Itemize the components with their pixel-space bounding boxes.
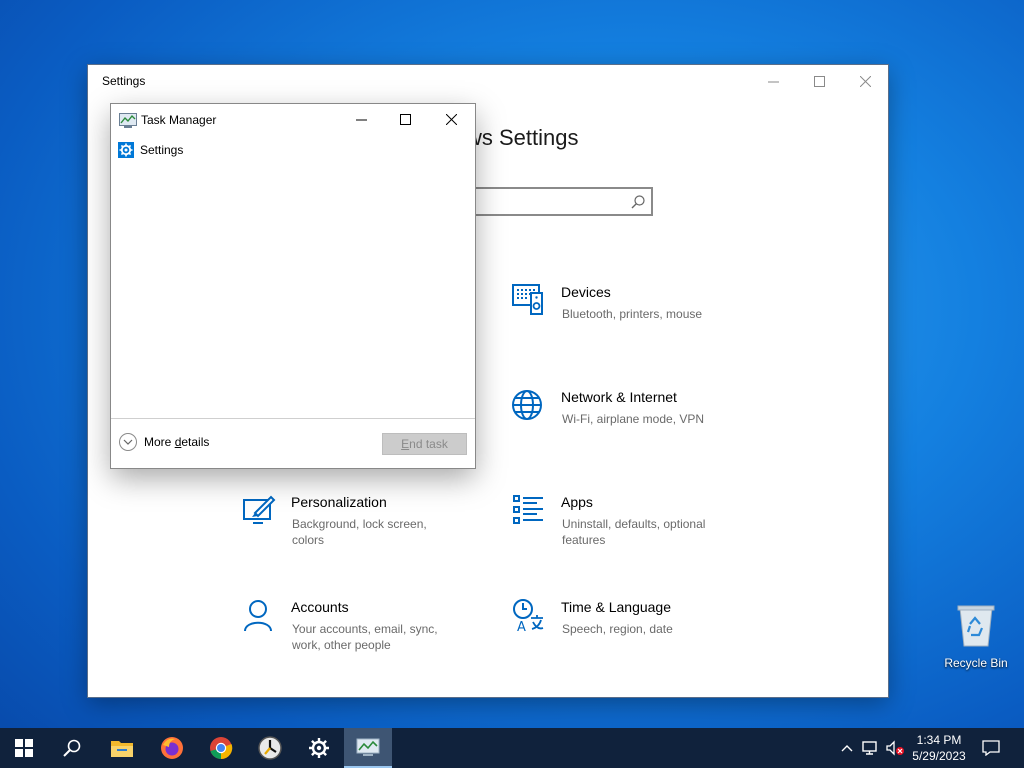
search-icon [63, 739, 81, 757]
category-description: Wi-Fi, airplane mode, VPN [562, 412, 705, 426]
category-accounts[interactable]: Accounts Your accounts, email, sync, wor… [241, 598, 481, 668]
start-button[interactable] [0, 728, 48, 768]
category-description: Speech, region, date [562, 622, 673, 636]
close-button[interactable] [842, 65, 888, 97]
clock-date: 5/29/2023 [912, 749, 966, 763]
recycle-bin-desktop-icon[interactable]: Recycle Bin [944, 602, 1008, 670]
settings-heading: ws Settings [466, 125, 579, 150]
task-manager-icon [119, 113, 137, 128]
search-icon [631, 195, 645, 209]
category-description: Your accounts, email, sync, work, other … [292, 622, 438, 652]
clock-time: 1:34 PM [916, 733, 962, 747]
firefox-icon [161, 737, 183, 759]
time-language-icon: A [513, 599, 544, 634]
tm-maximize-button[interactable] [383, 104, 428, 134]
notification-icon [982, 740, 1000, 756]
category-title: Time & Language [561, 599, 671, 615]
task-manager-icon [356, 738, 380, 756]
task-manager-title: Task Manager [141, 113, 217, 127]
end-task-button[interactable]: End task [382, 433, 467, 455]
task-list-item-label: Settings [140, 143, 184, 157]
task-manager-window[interactable]: Task Manager Settings More details End t… [111, 104, 475, 468]
more-details-label: More details [144, 435, 210, 449]
apps-icon [513, 495, 543, 524]
settings-gear-icon [309, 738, 329, 758]
task-manager-footer: More details End task [111, 418, 475, 468]
more-details-button[interactable]: More details [119, 433, 209, 451]
category-time-language[interactable]: A Time & Language Speech, region, date [511, 598, 751, 668]
recycle-bin-label: Recycle Bin [944, 656, 1008, 670]
svg-text:A: A [517, 620, 526, 634]
tm-close-button[interactable] [429, 104, 474, 134]
taskbar: 1:34 PM 5/29/2023 [0, 728, 1024, 768]
file-explorer-icon [111, 741, 133, 757]
category-description: Background, lock screen, colors [292, 517, 427, 547]
category-title: Accounts [291, 599, 349, 615]
recycle-bin-icon [957, 605, 995, 647]
show-hidden-icons-button[interactable] [838, 728, 856, 768]
tm-minimize-button[interactable] [339, 104, 384, 134]
personalization-icon [243, 495, 276, 524]
person-icon [244, 600, 272, 632]
category-description: Bluetooth, printers, mouse [562, 307, 703, 321]
chevron-up-icon [841, 745, 853, 752]
volume-tray-button[interactable] [884, 728, 906, 768]
clock-app-icon [258, 736, 282, 760]
minimize-button[interactable] [750, 65, 796, 97]
volume-muted-icon [886, 740, 904, 756]
taskbar-firefox[interactable] [148, 728, 196, 768]
chrome-icon [210, 737, 233, 760]
category-title: Network & Internet [561, 389, 677, 405]
settings-window-title: Settings [102, 74, 146, 88]
taskbar-settings[interactable] [295, 728, 343, 768]
task-list-item[interactable]: Settings [118, 141, 183, 159]
taskbar-clock-app[interactable] [246, 728, 294, 768]
chevron-down-icon [119, 433, 137, 451]
taskbar-clock[interactable]: 1:34 PM 5/29/2023 [906, 732, 972, 764]
globe-icon [512, 390, 542, 420]
network-tray-button[interactable] [860, 728, 882, 768]
taskbar-search-button[interactable] [48, 728, 96, 768]
category-title: Apps [561, 494, 593, 510]
devices-icon [512, 284, 543, 315]
category-personalization[interactable]: Personalization Background, lock screen,… [241, 493, 481, 563]
taskbar-chrome[interactable] [197, 728, 245, 768]
category-title: Personalization [291, 494, 387, 510]
network-icon [862, 741, 877, 755]
taskbar-task-manager[interactable] [344, 728, 392, 768]
maximize-button[interactable] [796, 65, 842, 97]
action-center-button[interactable] [978, 728, 1004, 768]
category-network-internet[interactable]: Network & Internet Wi-Fi, airplane mode,… [511, 388, 751, 458]
windows-start-icon [15, 739, 33, 757]
category-devices[interactable]: Devices Bluetooth, printers, mouse [511, 283, 751, 353]
taskbar-file-explorer[interactable] [98, 728, 146, 768]
category-description: Uninstall, defaults, optional features [562, 517, 706, 547]
category-apps[interactable]: Apps Uninstall, defaults, optional featu… [511, 493, 751, 563]
gear-icon [118, 142, 134, 158]
category-title: Devices [561, 284, 611, 300]
